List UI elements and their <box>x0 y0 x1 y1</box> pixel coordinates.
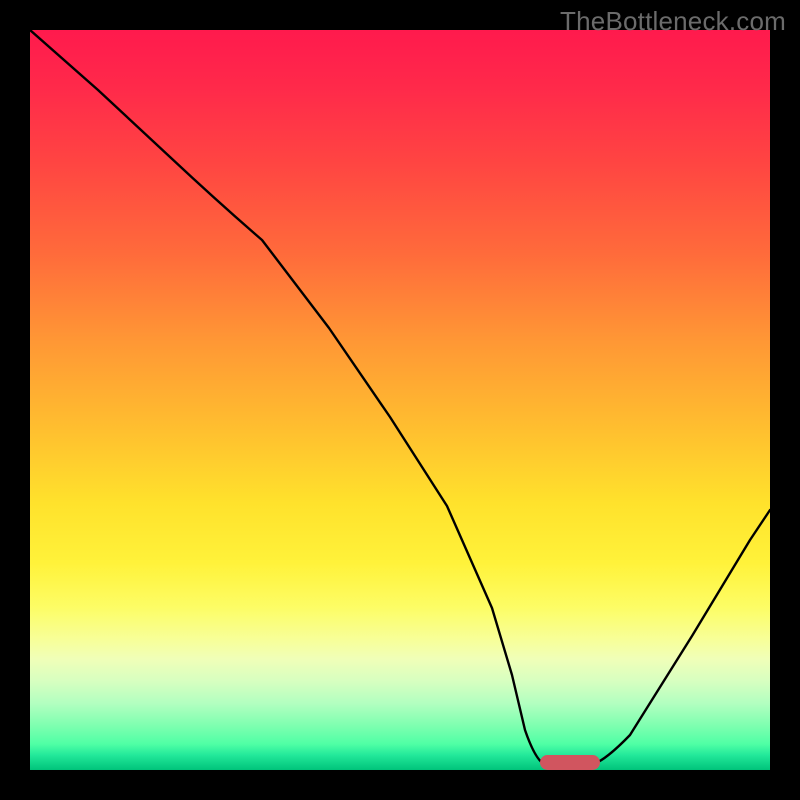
watermark-text: TheBottleneck.com <box>560 6 786 37</box>
plot-area <box>30 30 770 770</box>
bottleneck-curve <box>30 30 770 765</box>
chart-wrapper: TheBottleneck.com <box>0 0 800 800</box>
optimal-marker <box>540 755 600 770</box>
curve-svg <box>30 30 770 770</box>
